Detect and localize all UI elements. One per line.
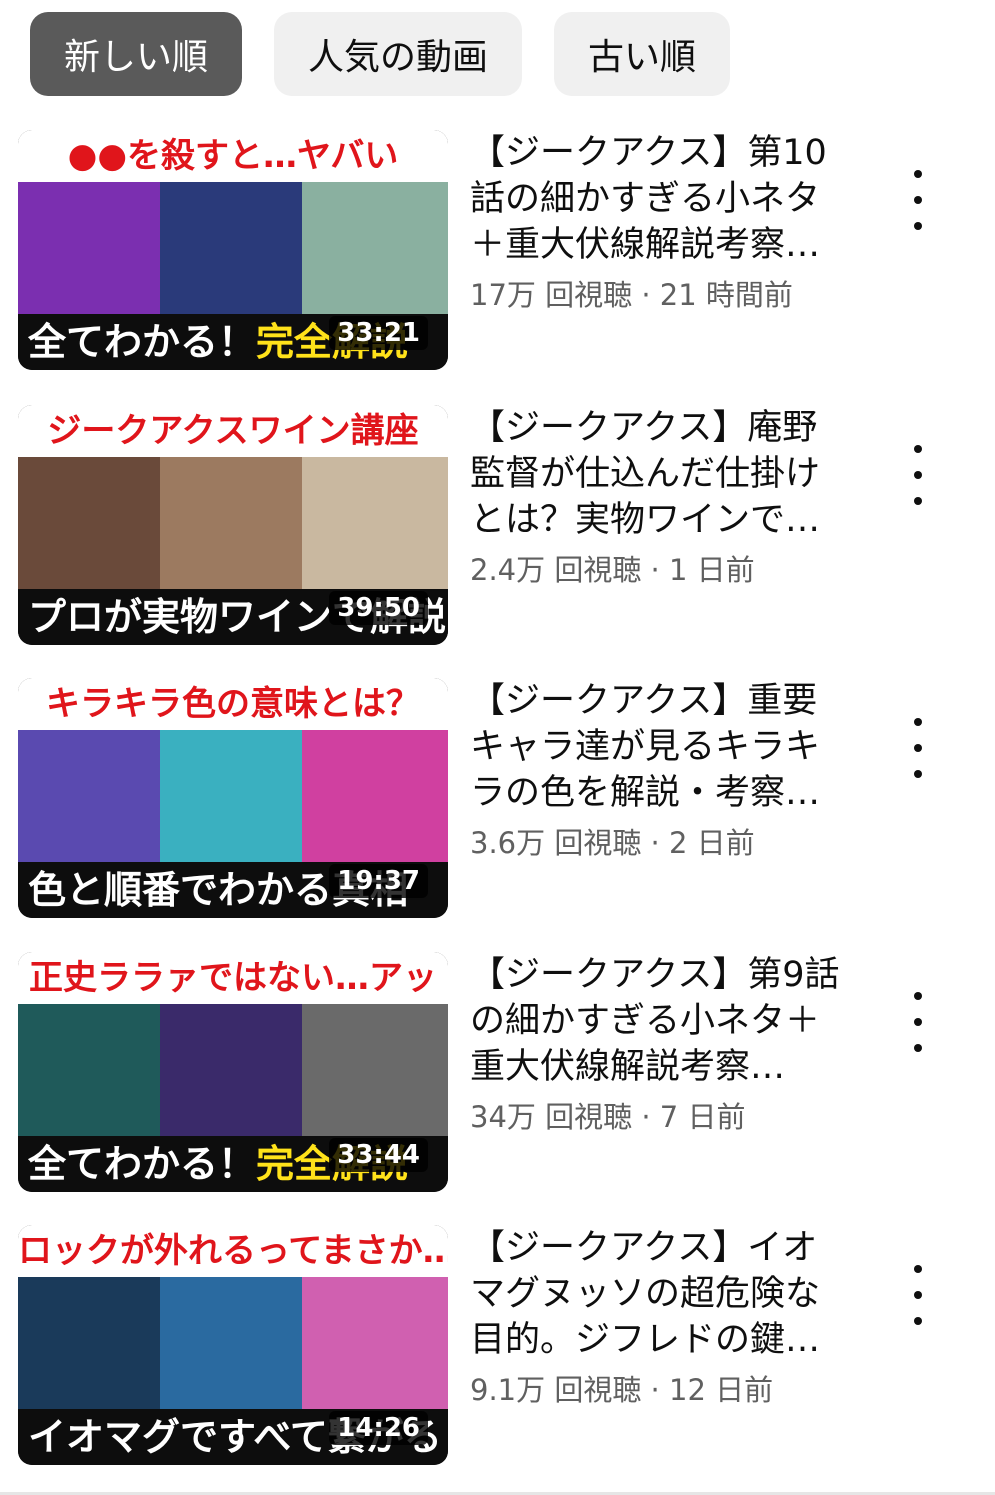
more-options-icon[interactable]	[903, 718, 933, 778]
duration-badge: 19:37	[329, 864, 428, 898]
thumbnail-headline: ジークアクスワイン講座	[18, 405, 448, 457]
video-stats: 17万 回視聴 · 21 時間前	[470, 278, 793, 312]
thumbnail-headline: ロックが外れるってまさか…	[18, 1225, 448, 1277]
video-title[interactable]: 【ジークアクス】庵野監督が仕込んだ仕掛けとは？実物ワインで…	[470, 405, 850, 543]
thumbnail-art	[18, 1277, 448, 1409]
duration-badge: 39:50	[329, 591, 428, 625]
duration-badge: 33:21	[329, 316, 428, 350]
video-meta: 【ジークアクス】庵野監督が仕込んだ仕掛けとは？実物ワインで… 2.4万 回視聴 …	[470, 405, 850, 589]
thumbnail-headline: キラキラ色の意味とは？	[18, 678, 448, 730]
video-item[interactable]: ロックが外れるってまさか… イオマグですべて繋がる 14:26 【ジークアクス】…	[0, 1225, 995, 1475]
thumbnail-art	[18, 1004, 448, 1136]
video-item[interactable]: キラキラ色の意味とは？ 色と順番でわかる真相 19:37 【ジークアクス】重要キ…	[0, 678, 995, 928]
video-stats: 2.4万 回視聴 · 1 日前	[470, 553, 755, 587]
video-title[interactable]: 【ジークアクス】第10話の細かすぎる小ネタ＋重大伏線解説考察…	[470, 130, 850, 268]
more-options-icon[interactable]	[903, 1265, 933, 1325]
video-thumbnail[interactable]: 正史ララァではない…アッ 全てわかる！完全解説 33:44	[18, 952, 448, 1192]
video-meta: 【ジークアクス】第10話の細かすぎる小ネタ＋重大伏線解説考察… 17万 回視聴 …	[470, 130, 850, 314]
thumbnail-headline: ●●を殺すと…ヤバい	[18, 130, 448, 182]
video-meta: 【ジークアクス】第9話の細かすぎる小ネタ＋重大伏線解説考察… 34万 回視聴 ·…	[470, 952, 850, 1136]
thumbnail-headline: 正史ララァではない…アッ	[18, 952, 448, 1004]
thumbnail-art	[18, 457, 448, 589]
chip-newest[interactable]: 新しい順	[30, 12, 243, 96]
video-thumbnail[interactable]: キラキラ色の意味とは？ 色と順番でわかる真相 19:37	[18, 678, 448, 918]
video-stats: 3.6万 回視聴 · 2 日前	[470, 826, 755, 860]
video-thumbnail[interactable]: ●●を殺すと…ヤバい 全てわかる！完全解説 33:21	[18, 130, 448, 370]
video-item[interactable]: 正史ララァではない…アッ 全てわかる！完全解説 33:44 【ジークアクス】第9…	[0, 952, 995, 1202]
video-item[interactable]: ジークアクスワイン講座 プロが実物ワインで解説 39:50 【ジークアクス】庵野…	[0, 405, 995, 655]
video-meta: 【ジークアクス】重要キャラ達が見るキラキラの色を解説・考察… 3.6万 回視聴 …	[470, 678, 850, 862]
video-item[interactable]: ●●を殺すと…ヤバい 全てわかる！完全解説 33:21 【ジークアクス】第10話…	[0, 130, 995, 380]
video-title[interactable]: 【ジークアクス】重要キャラ達が見るキラキラの色を解説・考察…	[470, 678, 850, 816]
video-thumbnail[interactable]: ジークアクスワイン講座 プロが実物ワインで解説 39:50	[18, 405, 448, 645]
duration-badge: 33:44	[329, 1138, 428, 1172]
more-options-icon[interactable]	[903, 170, 933, 230]
video-stats: 9.1万 回視聴 · 12 日前	[470, 1373, 774, 1407]
duration-badge: 14:26	[329, 1411, 428, 1445]
filter-chip-bar: 新しい順 人気の動画 古い順	[30, 12, 731, 96]
more-options-icon[interactable]	[903, 445, 933, 505]
chip-oldest[interactable]: 古い順	[554, 12, 731, 96]
video-meta: 【ジークアクス】イオマグヌッソの超危険な目的。ジフレドの鍵… 9.1万 回視聴 …	[470, 1225, 850, 1409]
video-title[interactable]: 【ジークアクス】第9話の細かすぎる小ネタ＋重大伏線解説考察…	[470, 952, 850, 1090]
video-stats: 34万 回視聴 · 7 日前	[470, 1100, 746, 1134]
more-options-icon[interactable]	[903, 992, 933, 1052]
thumbnail-art	[18, 730, 448, 862]
video-title[interactable]: 【ジークアクス】イオマグヌッソの超危険な目的。ジフレドの鍵…	[470, 1225, 850, 1363]
chip-popular[interactable]: 人気の動画	[274, 12, 523, 96]
video-thumbnail[interactable]: ロックが外れるってまさか… イオマグですべて繋がる 14:26	[18, 1225, 448, 1465]
thumbnail-art	[18, 182, 448, 314]
